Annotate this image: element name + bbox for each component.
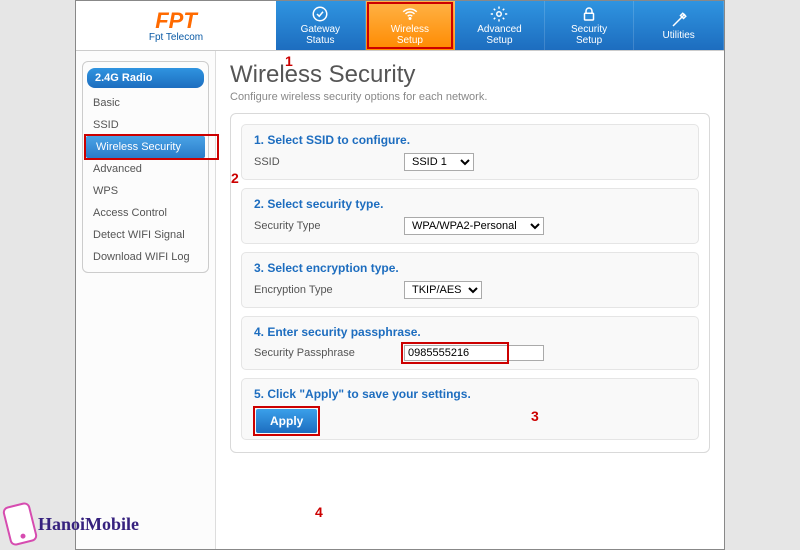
tools-icon [670, 11, 688, 29]
wifi-icon [401, 5, 419, 23]
row-encryption: Encryption Type TKIP/AES [254, 281, 686, 299]
section-passphrase: 4. Enter security passphrase. Security P… [241, 316, 699, 370]
settings-panel: 1. Select SSID to configure. SSID SSID 1… [230, 113, 710, 453]
apply-button[interactable]: Apply [256, 409, 317, 433]
nav-label: Security Setup [571, 24, 607, 46]
watermark: HanoiMobile [6, 504, 139, 544]
logo-sub: Fpt Telecom [149, 32, 203, 43]
nav-utilities[interactable]: Utilities [634, 1, 724, 50]
sidebar-item-label: Wireless Security [96, 141, 181, 153]
section-apply: 5. Click "Apply" to save your settings. … [241, 378, 699, 440]
security-type-label: Security Type [254, 220, 404, 232]
nav-security-setup[interactable]: Security Setup [545, 1, 635, 50]
lock-icon [580, 5, 598, 23]
encryption-select[interactable]: TKIP/AES [404, 281, 482, 299]
gear-icon [490, 5, 508, 23]
body: 2.4G Radio Basic SSID Wireless Security … [76, 51, 724, 549]
passphrase-wrap [404, 345, 544, 361]
header: FPT Fpt Telecom Gateway Status Wireless … [76, 1, 724, 51]
logo-brand: FPT [155, 8, 197, 34]
ssid-select[interactable]: SSID 1 [404, 153, 474, 171]
sidebar: 2.4G Radio Basic SSID Wireless Security … [76, 51, 216, 549]
nav-label: Wireless Setup [391, 24, 429, 46]
sidebar-item-download-log[interactable]: Download WIFI Log [83, 246, 208, 268]
passphrase-label: Security Passphrase [254, 347, 404, 359]
section-title: 1. Select SSID to configure. [254, 133, 686, 147]
section-title: 3. Select encryption type. [254, 261, 686, 275]
nav-advanced-setup[interactable]: Advanced Setup [455, 1, 545, 50]
section-security-type: 2. Select security type. Security Type W… [241, 188, 699, 244]
content: Wireless Security Configure wireless sec… [216, 51, 724, 549]
page-subtitle: Configure wireless security options for … [230, 91, 710, 103]
sidebar-item-ssid[interactable]: SSID [83, 114, 208, 136]
page-title: Wireless Security [230, 61, 710, 89]
sidebar-item-wps[interactable]: WPS [83, 180, 208, 202]
app-frame: FPT Fpt Telecom Gateway Status Wireless … [75, 0, 725, 550]
nav-label: Utilities [663, 30, 695, 41]
passphrase-input[interactable] [404, 345, 544, 361]
section-encryption: 3. Select encryption type. Encryption Ty… [241, 252, 699, 308]
sidebar-item-wireless-security[interactable]: Wireless Security [86, 136, 205, 158]
section-title: 5. Click "Apply" to save your settings. [254, 387, 686, 401]
section-title: 2. Select security type. [254, 197, 686, 211]
encryption-label: Encryption Type [254, 284, 404, 296]
sidebar-item-basic[interactable]: Basic [83, 92, 208, 114]
watermark-text: HanoiMobile [38, 514, 139, 535]
row-passphrase: Security Passphrase [254, 345, 686, 361]
phone-icon [2, 501, 39, 547]
row-security-type: Security Type WPA/WPA2-Personal [254, 217, 686, 235]
nav-label: Gateway Status [301, 24, 340, 46]
top-nav: Gateway Status Wireless Setup Advanced S… [276, 1, 724, 50]
check-circle-icon [311, 5, 329, 23]
logo: FPT Fpt Telecom [76, 1, 276, 50]
nav-gateway-status[interactable]: Gateway Status [276, 1, 366, 50]
section-ssid: 1. Select SSID to configure. SSID SSID 1 [241, 124, 699, 180]
nav-label: Advanced Setup [477, 24, 521, 46]
section-title: 4. Enter security passphrase. [254, 325, 686, 339]
row-ssid: SSID SSID 1 [254, 153, 686, 171]
ssid-label: SSID [254, 156, 404, 168]
sidebar-item-detect-wifi[interactable]: Detect WIFI Signal [83, 224, 208, 246]
sidebar-box: 2.4G Radio Basic SSID Wireless Security … [82, 61, 209, 273]
sidebar-item-access-control[interactable]: Access Control [83, 202, 208, 224]
apply-wrap: Apply [256, 409, 317, 433]
sidebar-heading: 2.4G Radio [87, 68, 204, 88]
security-type-select[interactable]: WPA/WPA2-Personal [404, 217, 544, 235]
nav-wireless-setup[interactable]: Wireless Setup [366, 1, 456, 50]
sidebar-item-advanced[interactable]: Advanced [83, 158, 208, 180]
